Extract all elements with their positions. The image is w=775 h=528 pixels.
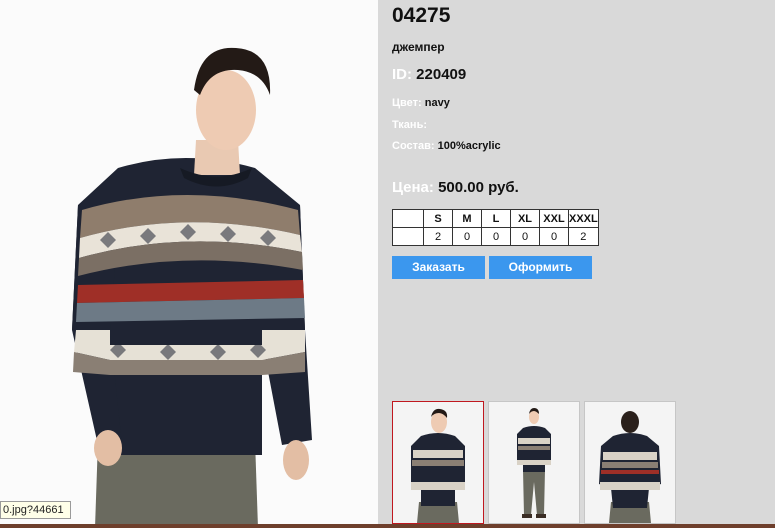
size-quantity-row: 2 0 0 0 0 2 — [392, 227, 599, 246]
size-label-xxl: XXL — [539, 209, 569, 228]
thumb-back-icon — [585, 402, 675, 523]
fabric-label: Ткань: — [392, 119, 427, 131]
quantity-xl[interactable]: 0 — [510, 227, 540, 246]
thumb-front-full-icon — [489, 402, 579, 523]
product-type: джемпер — [392, 40, 445, 54]
product-info-panel: 04275 джемпер ID: 220409 Цвет: navy Ткан… — [378, 0, 775, 528]
thumbnail-front-full[interactable] — [488, 401, 580, 524]
composition-label: Состав: — [392, 140, 435, 152]
price: Цена: 500.00 руб. — [392, 179, 519, 196]
product-photo-icon — [0, 0, 378, 528]
size-label-m: M — [452, 209, 482, 228]
size-quantity-table: S M L XL XXL XXXL 2 0 0 0 0 2 — [392, 209, 599, 246]
quantity-s[interactable]: 2 — [423, 227, 453, 246]
size-label-s: S — [423, 209, 453, 228]
main-product-photo[interactable]: 0.jpg?44661 — [0, 0, 378, 528]
price-label: Цена: — [392, 179, 434, 196]
thumb-front-closeup-icon — [393, 402, 483, 523]
product-id: ID: 220409 — [392, 66, 466, 83]
composition-value: 100%acrylic — [437, 140, 501, 152]
quantity-m[interactable]: 0 — [452, 227, 482, 246]
color-value: navy — [424, 97, 450, 109]
checkout-button[interactable]: Оформить — [489, 256, 592, 279]
thumbnail-back[interactable] — [584, 401, 676, 524]
color-label: Цвет: — [392, 97, 422, 109]
quantity-l[interactable]: 0 — [481, 227, 511, 246]
bottom-border-strip — [0, 524, 775, 528]
thumbnail-front-closeup[interactable] — [392, 401, 484, 524]
status-url-tooltip: 0.jpg?44661 — [0, 501, 71, 519]
size-label-l: L — [481, 209, 511, 228]
size-label-xl: XL — [510, 209, 540, 228]
fabric-attribute: Ткань: — [392, 119, 427, 131]
price-value: 500.00 руб. — [438, 179, 519, 196]
composition-attribute: Состав: 100%acrylic — [392, 140, 501, 152]
id-value: 220409 — [416, 66, 467, 83]
id-label: ID: — [392, 66, 412, 83]
size-label-xxxl: XXXL — [568, 209, 599, 228]
product-article: 04275 — [392, 4, 451, 27]
size-header-corner — [392, 209, 424, 228]
size-header-row: S M L XL XXL XXXL — [392, 209, 599, 228]
quantity-xxxl[interactable]: 2 — [568, 227, 599, 246]
quantity-xxl[interactable]: 0 — [539, 227, 569, 246]
color-attribute: Цвет: navy — [392, 97, 450, 109]
order-button[interactable]: Заказать — [392, 256, 485, 279]
quantity-row-corner — [392, 227, 424, 246]
